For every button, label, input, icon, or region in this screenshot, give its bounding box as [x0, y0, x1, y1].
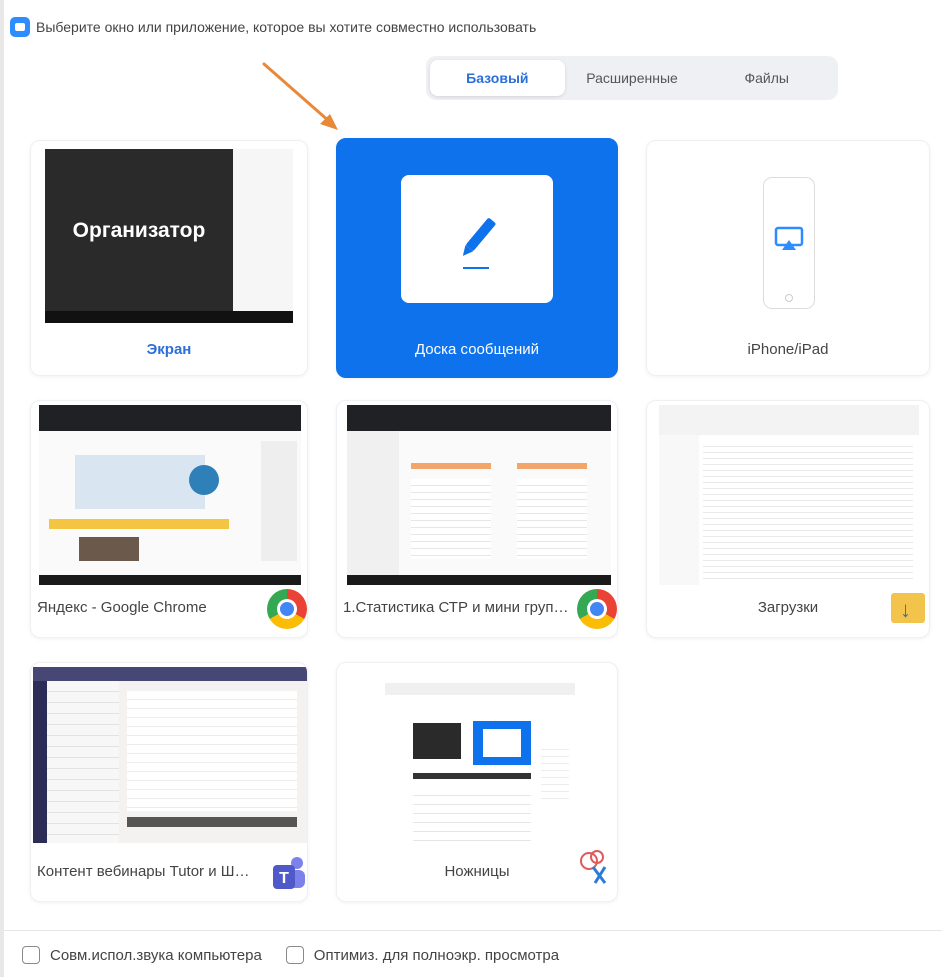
share-option-chrome-stats[interactable]: 1.Статистика СТР и мини групп ... [336, 400, 618, 638]
card-label-iphone: iPhone/iPad [747, 341, 829, 358]
airplay-icon [774, 226, 804, 250]
card-label-chrome-stats: 1.Статистика СТР и мини групп ... [343, 599, 579, 616]
chrome-yandex-thumbnail [39, 405, 301, 585]
chrome-icon [267, 589, 307, 629]
window-border [0, 0, 4, 977]
teams-icon: T [273, 857, 305, 889]
downloads-folder-icon [891, 593, 925, 623]
share-option-downloads[interactable]: Загрузки [646, 400, 930, 638]
share-option-chrome-yandex[interactable]: Яндекс - Google Chrome [30, 400, 308, 638]
scissors-icon [580, 850, 607, 884]
share-option-snipping-tool[interactable]: Ножницы [336, 662, 618, 902]
share-option-teams[interactable]: Контент вебинары Tutor и ШП | ... T [30, 662, 308, 902]
share-dialog-header: Выберите окно или приложение, которое вы… [10, 12, 536, 42]
tab-basic[interactable]: Базовый [430, 60, 565, 96]
pen-icon [462, 218, 496, 269]
tab-files[interactable]: Файлы [699, 60, 834, 96]
svg-text:T: T [279, 870, 289, 887]
annotation-arrow-icon [262, 62, 338, 130]
phone-icon [763, 177, 815, 309]
share-option-iphone-ipad[interactable]: iPhone/iPad [646, 140, 930, 376]
card-label-teams: Контент вебинары Tutor и ШП | ... [37, 863, 271, 880]
share-sound-checkbox[interactable]: Совм.испол.звука компьютера [22, 946, 262, 964]
zoom-app-icon [10, 17, 30, 37]
share-sound-label: Совм.испол.звука компьютера [50, 946, 262, 964]
optimize-fullscreen-label: Оптимиз. для полноэкр. просмотра [313, 946, 560, 964]
share-option-whiteboard[interactable]: Доска сообщений [336, 138, 618, 378]
chrome-icon [577, 589, 617, 629]
screen-thumbnail: Организатор [45, 149, 293, 323]
card-label-downloads: Загрузки [757, 599, 819, 616]
screen-thumb-title: Организатор [72, 219, 206, 242]
share-option-screen[interactable]: Организатор Экран [30, 140, 308, 376]
card-label-chrome-yandex: Яндекс - Google Chrome [37, 599, 207, 616]
snipping-thumbnail [385, 683, 575, 849]
chrome-stats-thumbnail [347, 405, 611, 585]
whiteboard-preview [401, 175, 553, 303]
share-mode-tabs: Базовый Расширенные Файлы [426, 56, 838, 100]
share-options-footer: Совм.испол.звука компьютера Оптимиз. для… [22, 946, 559, 964]
card-label-whiteboard: Доска сообщений [414, 341, 540, 358]
share-sound-checkbox-box[interactable] [22, 946, 40, 964]
card-label-screen: Экран [146, 341, 192, 358]
optimize-fullscreen-checkbox-box[interactable] [285, 946, 304, 964]
tab-advanced[interactable]: Расширенные [565, 60, 700, 96]
dialog-title: Выберите окно или приложение, которое вы… [36, 19, 537, 35]
teams-thumbnail [33, 667, 307, 843]
optimize-fullscreen-checkbox[interactable]: Оптимиз. для полноэкр. просмотра [285, 946, 560, 964]
downloads-thumbnail [659, 405, 919, 585]
footer-divider [4, 930, 942, 931]
